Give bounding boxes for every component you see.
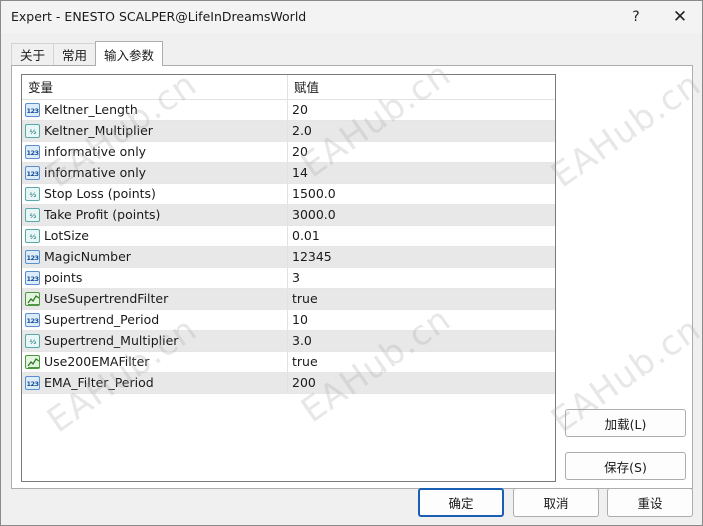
double-type-icon: ½ (25, 229, 40, 243)
variable-name: LotSize (44, 228, 89, 243)
value-cell[interactable]: 12345 (288, 247, 554, 267)
value-cell[interactable]: 20 (288, 142, 554, 162)
input-parameters-table[interactable]: 变量 赋值 123 Keltner_Length 20 ½ Keltner_Multip… (21, 74, 556, 482)
ok-button[interactable]: 确定 (418, 488, 504, 517)
variable-name: EMA_Filter_Period (44, 375, 154, 390)
variable-cell: 123 Keltner_Length (22, 100, 288, 120)
value-cell[interactable]: 2.0 (288, 121, 554, 141)
double-type-icon: ½ (25, 208, 40, 222)
value-cell[interactable]: 3 (288, 268, 554, 288)
variable-cell: ½ LotSize (22, 226, 288, 246)
cancel-button[interactable]: 取消 (513, 488, 599, 517)
variable-cell: ½ Stop Loss (points) (22, 184, 288, 204)
value-cell[interactable]: true (288, 289, 554, 309)
integer-type-icon: 123 (25, 313, 40, 327)
variable-cell: 123 Supertrend_Period (22, 310, 288, 330)
variable-name: Keltner_Length (44, 102, 138, 117)
variable-cell: 123 EMA_Filter_Period (22, 373, 288, 393)
variable-name: informative only (44, 165, 147, 180)
table-row[interactable]: 123 MagicNumber 12345 (22, 247, 555, 268)
variable-cell: UseSupertrendFilter (22, 289, 288, 309)
value-cell[interactable]: 20 (288, 100, 554, 120)
reset-button[interactable]: 重设 (607, 488, 693, 517)
boolean-type-icon (25, 355, 40, 369)
load-button[interactable]: 加载(L) (565, 409, 686, 437)
variable-name: Use200EMAFilter (44, 354, 150, 369)
help-button[interactable]: ? (613, 1, 659, 33)
variable-cell: 123 MagicNumber (22, 247, 288, 267)
table-row[interactable]: ½ Supertrend_Multiplier 3.0 (22, 331, 555, 352)
variable-cell: 123 informative only (22, 163, 288, 183)
column-header-variable[interactable]: 变量 (22, 75, 288, 100)
table-row[interactable]: ½ Keltner_Multiplier 2.0 (22, 121, 555, 142)
integer-type-icon: 123 (25, 376, 40, 390)
value-cell[interactable]: 3000.0 (288, 205, 554, 225)
integer-type-icon: 123 (25, 166, 40, 180)
tab-label: 关于 (20, 48, 46, 63)
value-cell[interactable]: 0.01 (288, 226, 554, 246)
variable-name: Stop Loss (points) (44, 186, 156, 201)
table-row[interactable]: Use200EMAFilter true (22, 352, 555, 373)
window-title: Expert - ENESTO SCALPER@LifeInDreamsWorl… (11, 9, 307, 24)
integer-type-icon: 123 (25, 103, 40, 117)
variable-cell: Use200EMAFilter (22, 352, 288, 372)
help-icon: ? (632, 9, 640, 25)
variable-name: informative only (44, 144, 147, 159)
variable-name: Supertrend_Period (44, 312, 160, 327)
table-row[interactable]: 123 informative only 20 (22, 142, 555, 163)
tab-about[interactable]: 关于 (11, 43, 55, 65)
variable-cell: 123 points (22, 268, 288, 288)
value-cell[interactable]: 200 (288, 373, 554, 393)
table-row[interactable]: ½ Take Profit (points) 3000.0 (22, 205, 555, 226)
integer-type-icon: 123 (25, 271, 40, 285)
double-type-icon: ½ (25, 124, 40, 138)
table-row[interactable]: 123 Keltner_Length 20 (22, 100, 555, 121)
tab-label: 常用 (62, 48, 88, 63)
value-cell[interactable]: 1500.0 (288, 184, 554, 204)
close-icon: ✕ (672, 7, 688, 27)
variable-cell: 123 informative only (22, 142, 288, 162)
tab-common[interactable]: 常用 (53, 43, 97, 65)
title-bar[interactable]: Expert - ENESTO SCALPER@LifeInDreamsWorl… (1, 1, 702, 33)
variable-name: Supertrend_Multiplier (44, 333, 179, 348)
double-type-icon: ½ (25, 334, 40, 348)
table-row[interactable]: ½ Stop Loss (points) 1500.0 (22, 184, 555, 205)
value-cell[interactable]: 3.0 (288, 331, 554, 351)
table-row[interactable]: 123 points 3 (22, 268, 555, 289)
tab-strip: 关于 常用 输入参数 (11, 41, 164, 66)
value-cell[interactable]: 14 (288, 163, 554, 183)
table-body: 123 Keltner_Length 20 ½ Keltner_Multiplier 2.… (22, 100, 555, 394)
variable-cell: ½ Supertrend_Multiplier (22, 331, 288, 351)
variable-name: points (44, 270, 83, 285)
save-button[interactable]: 保存(S) (565, 452, 686, 480)
table-row[interactable]: ½ LotSize 0.01 (22, 226, 555, 247)
variable-cell: ½ Keltner_Multiplier (22, 121, 288, 141)
integer-type-icon: 123 (25, 250, 40, 264)
table-header: 变量 赋值 (22, 75, 555, 100)
variable-name: Take Profit (points) (44, 207, 161, 222)
table-row[interactable]: 123 Supertrend_Period 10 (22, 310, 555, 331)
double-type-icon: ½ (25, 187, 40, 201)
tab-label: 输入参数 (104, 47, 155, 63)
table-row[interactable]: UseSupertrendFilter true (22, 289, 555, 310)
close-button[interactable]: ✕ (657, 1, 703, 33)
variable-cell: ½ Take Profit (points) (22, 205, 288, 225)
table-row[interactable]: 123 informative only 14 (22, 163, 555, 184)
value-cell[interactable]: 10 (288, 310, 554, 330)
value-cell[interactable]: true (288, 352, 554, 372)
column-header-value[interactable]: 赋值 (288, 75, 554, 100)
variable-name: MagicNumber (44, 249, 131, 264)
integer-type-icon: 123 (25, 145, 40, 159)
table-row[interactable]: 123 EMA_Filter_Period 200 (22, 373, 555, 394)
variable-name: Keltner_Multiplier (44, 123, 153, 138)
variable-name: UseSupertrendFilter (44, 291, 169, 306)
boolean-type-icon (25, 292, 40, 306)
tab-inputs[interactable]: 输入参数 (95, 41, 164, 66)
